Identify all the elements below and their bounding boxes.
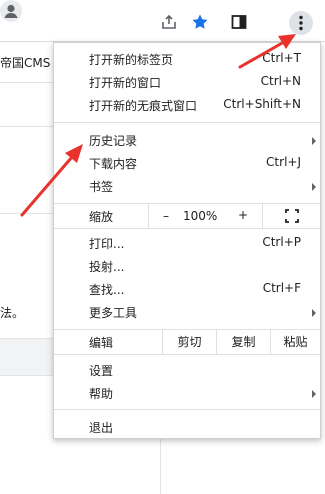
submenu-arrow-icon [312,309,316,317]
menu-item-more-tools[interactable]: 更多工具 [54,301,320,324]
fullscreen-icon [284,209,299,223]
menu-item-label: 投射... [89,260,125,274]
divider [0,213,55,214]
menu-item-label: 历史记录 [89,134,138,148]
menu-item-print[interactable]: 打印... Ctrl+P [54,232,320,255]
copy-button[interactable]: 复制 [216,330,270,354]
menu-item-new-incognito[interactable]: 打开新的无痕式窗口 Ctrl+Shift+N [54,94,320,117]
edit-row: 编辑 剪切 复制 粘贴 [54,329,320,355]
zoom-level: 100% [183,209,218,223]
zoom-row: 缩放 – 100% + [54,203,320,229]
star-icon[interactable] [191,13,209,31]
menu-item-exit[interactable]: 退出 [54,416,320,439]
menu-item-bookmarks[interactable]: 书签 [54,175,320,198]
menu-item-label: 打开新的无痕式窗口 [89,99,198,113]
shortcut-label: Ctrl+F [262,281,301,295]
menu-item-help[interactable]: 帮助 [54,382,320,405]
menu-item-label: 打开新的标签页 [89,53,174,67]
cut-button[interactable]: 剪切 [162,330,216,354]
menu-item-label: 查找... [89,283,125,297]
submenu-arrow-icon [312,390,316,398]
shortcut-label: Ctrl+T [262,51,301,65]
shortcut-label: Ctrl+J [266,155,301,169]
menu-item-label: 帮助 [89,387,114,401]
menu-separator [54,409,320,410]
edit-label: 编辑 [89,336,114,350]
menu-item-history[interactable]: 历史记录 [54,129,320,152]
menu-item-label: 书签 [89,180,114,194]
menu-separator [54,122,320,123]
divider [160,432,161,494]
menu-item-label: 下载内容 [89,157,138,171]
more-vert-icon[interactable] [289,11,313,35]
zoom-controls: – 100% [148,204,228,228]
menu-item-label: 打开新的窗口 [89,76,162,90]
main-menu: 打开新的标签页 Ctrl+T 打开新的窗口 Ctrl+N 打开新的无痕式窗口 C… [53,42,321,439]
menu-item-cast[interactable]: 投射... [54,255,320,278]
shortcut-label: Ctrl+N [260,74,301,88]
zoom-in-button[interactable]: + [238,208,248,222]
menu-item-settings[interactable]: 设置 [54,359,320,382]
browser-toolbar [0,0,325,42]
divider [0,126,55,127]
page-block [0,338,55,376]
zoom-label: 缩放 [89,210,114,224]
share-icon[interactable] [160,13,178,31]
shortcut-label: Ctrl+Shift+N [223,97,301,111]
menu-item-new-window[interactable]: 打开新的窗口 Ctrl+N [54,71,320,94]
paste-button[interactable]: 粘贴 [270,330,320,354]
menu-item-label: 退出 [89,421,114,435]
fullscreen-button[interactable] [262,204,320,228]
menu-item-label: 更多工具 [89,306,138,320]
bookmark-fragment[interactable]: 帝国CMS [0,54,50,71]
menu-item-new-tab[interactable]: 打开新的标签页 Ctrl+T [54,48,320,71]
body-text-fragment: 法。 [0,306,25,320]
menu-item-label: 设置 [89,364,114,378]
shortcut-label: Ctrl+P [262,235,301,249]
divider [0,82,55,83]
submenu-arrow-icon [312,183,316,191]
profile-icon[interactable] [0,0,22,22]
side-panel-icon[interactable] [230,13,248,31]
menu-item-downloads[interactable]: 下载内容 Ctrl+J [54,152,320,175]
menu-item-find[interactable]: 查找... Ctrl+F [54,278,320,301]
zoom-out-button[interactable]: – [163,204,169,228]
submenu-arrow-icon [312,137,316,145]
menu-item-label: 打印... [89,237,125,251]
